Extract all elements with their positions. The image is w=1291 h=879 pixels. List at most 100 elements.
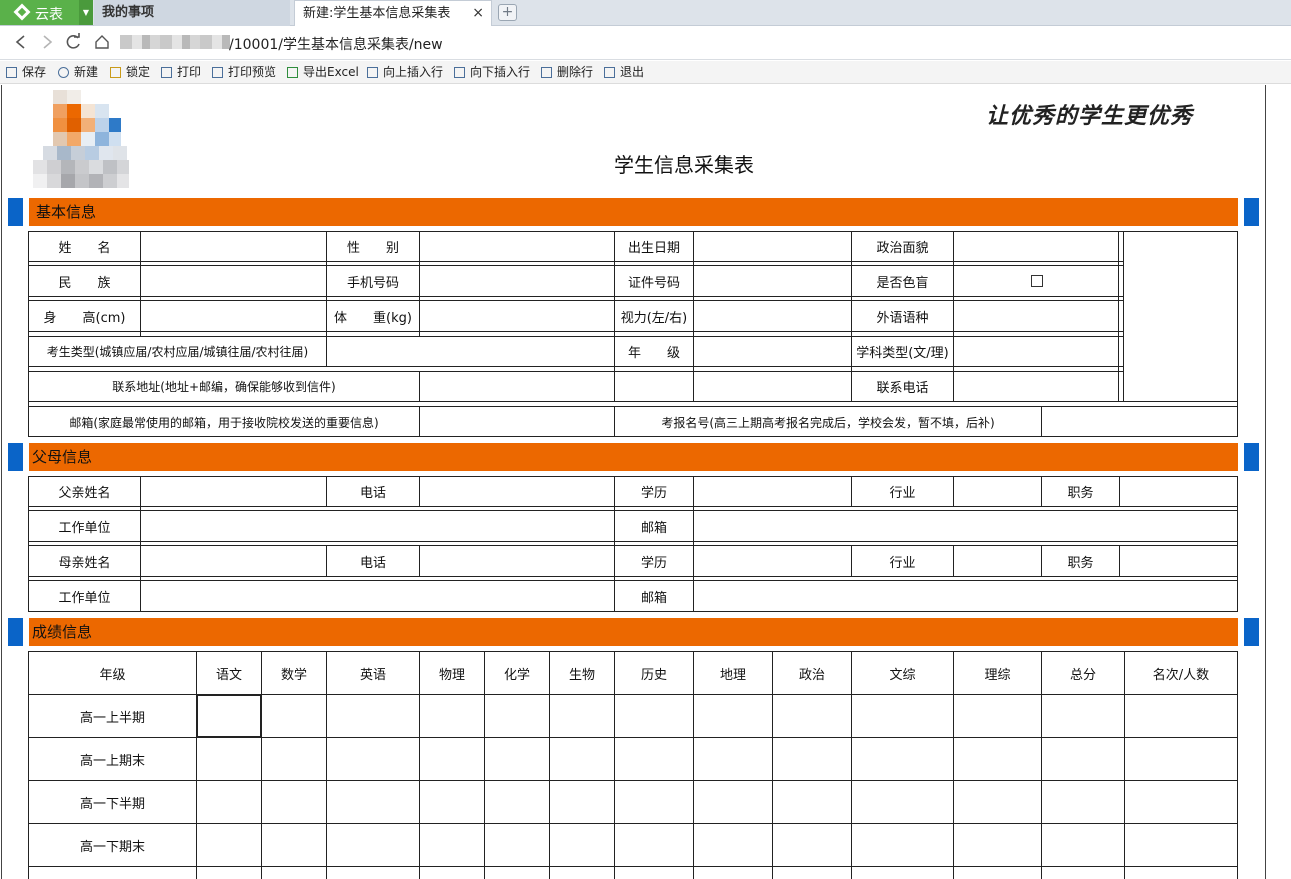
- score-header-history: 历史: [640, 667, 667, 683]
- home-icon[interactable]: [94, 34, 110, 50]
- label-father-industry: 行业: [889, 486, 916, 501]
- label-vision: 视力(左/右): [620, 310, 688, 326]
- label-father-phone: 电话: [359, 486, 386, 501]
- toolbar-new-button[interactable]: 新建: [57, 64, 98, 81]
- label-contact-phone: 联系电话: [876, 381, 929, 396]
- tab-new-student-form[interactable]: 新建:学生基本信息采集表 ×: [294, 0, 492, 26]
- delete-row-icon: [541, 67, 552, 78]
- label-mother-email: 邮箱: [640, 590, 667, 606]
- cloud-table-logo-icon: [13, 3, 31, 21]
- label-address: 联系地址(地址+邮编，确保能够收到信件): [112, 380, 336, 394]
- score-header-geography: 地理: [719, 667, 746, 683]
- section-header-parents: 父母信息: [29, 443, 1238, 471]
- label-colorblind: 是否色盲: [876, 275, 929, 291]
- print-icon: [161, 67, 172, 78]
- score-header-grade: 年级: [99, 667, 126, 683]
- toolbar-save-label: 保存: [22, 65, 47, 79]
- label-email: 邮箱(家庭最常使用的邮箱，用于接收院校发送的重要信息): [69, 415, 379, 430]
- label-political-status: 政治面貌: [876, 241, 929, 256]
- label-mother-industry: 行业: [889, 555, 916, 571]
- score-header-total: 总分: [1069, 667, 1096, 683]
- excel-icon: [287, 67, 298, 78]
- toolbar-print-button[interactable]: 打印: [160, 64, 201, 81]
- insert-row-below-icon: [454, 67, 465, 78]
- toolbar-exit-button[interactable]: 退出: [603, 64, 644, 81]
- tab-my-tasks[interactable]: 我的事项: [94, 0, 290, 26]
- app-menu-label: 云表: [35, 7, 63, 23]
- toolbar-print-label: 打印: [177, 65, 202, 79]
- app-menu-button[interactable]: 云表: [0, 0, 79, 25]
- close-tab-icon[interactable]: ×: [472, 1, 484, 26]
- toolbar-delete-row-button[interactable]: 删除行: [540, 64, 593, 81]
- toolbar-export-excel-label: 导出Excel: [303, 65, 359, 79]
- section-marker-left: [8, 443, 23, 471]
- toolbar-save-button[interactable]: 保存: [5, 64, 46, 81]
- label-height: 身 高(cm): [43, 310, 126, 326]
- url-path[interactable]: /10001/学生基本信息采集表/new: [229, 34, 443, 54]
- score-row-label: 高一上半期: [79, 710, 145, 726]
- label-father-position: 职务: [1067, 486, 1094, 501]
- active-cell-selection[interactable]: [196, 694, 262, 738]
- label-name: 姓 名: [58, 241, 111, 256]
- toolbar: 保存 新建 锁定 打印 打印预览 导出Excel 向上插入行 向下插入行 删除行…: [0, 61, 1291, 84]
- section-header-scores: 成绩信息: [29, 618, 1238, 646]
- vertical-scrollbar[interactable]: [1267, 85, 1291, 879]
- score-row-label: 高一下期末: [79, 839, 145, 855]
- toolbar-delete-row-label: 删除行: [557, 65, 594, 79]
- label-grade: 年 级: [627, 346, 680, 361]
- basic-info-table: 姓 名 性 别 出生日期 政治面貌 民 族 手机号码 证件号码 是否色盲 身 高…: [28, 231, 1238, 437]
- score-header-english: 英语: [359, 667, 386, 683]
- toolbar-export-excel-button[interactable]: 导出Excel: [286, 64, 359, 81]
- print-preview-icon: [212, 67, 223, 78]
- toolbar-new-label: 新建: [74, 65, 99, 79]
- section-marker-left: [8, 618, 23, 646]
- section-marker-right: [1244, 443, 1259, 471]
- refresh-icon[interactable]: [64, 33, 82, 51]
- toolbar-insert-row-above-button[interactable]: 向上插入行: [366, 64, 443, 81]
- label-subject-type: 学科类型(文/理): [856, 346, 949, 361]
- score-header-liberal-arts: 文综: [889, 667, 916, 683]
- parents-info-table: 父亲姓名 电话 学历 行业 职务 工作单位 邮箱 母亲姓名 电话 学历 行业 职…: [28, 476, 1238, 612]
- label-id-number: 证件号码: [627, 275, 680, 291]
- label-mother-phone: 电话: [359, 555, 386, 571]
- label-father-work-unit: 工作单位: [58, 520, 111, 536]
- label-mother-position: 职务: [1067, 555, 1094, 571]
- toolbar-lock-label: 锁定: [126, 65, 151, 79]
- label-father-name: 父亲姓名: [58, 486, 111, 501]
- label-father-email: 邮箱: [640, 520, 667, 536]
- forward-icon[interactable]: [42, 34, 54, 50]
- score-header-biology: 生物: [568, 667, 595, 683]
- toolbar-insert-row-below-label: 向下插入行: [470, 65, 531, 79]
- score-row-label: 高一上期末: [79, 753, 145, 769]
- back-icon[interactable]: [14, 34, 26, 50]
- colorblind-checkbox[interactable]: [1031, 275, 1043, 287]
- score-header-rank: 名次/人数: [1152, 667, 1210, 683]
- toolbar-insert-row-above-label: 向上插入行: [383, 65, 444, 79]
- app-menu-dropdown-icon[interactable]: ▼: [79, 0, 93, 25]
- toolbar-exit-label: 退出: [620, 65, 645, 79]
- section-marker-left: [8, 198, 23, 226]
- school-logo-image: [33, 90, 129, 194]
- label-foreign-language: 外语语种: [876, 310, 929, 326]
- label-exam-type: 考生类型(城镇应届/农村应届/城镇往届/农村往届): [46, 345, 309, 359]
- scores-table: 年级 语文 数学 英语 物理 化学 生物 历史 地理 政治 文综 理综 总分 名…: [28, 651, 1238, 879]
- toolbar-insert-row-below-button[interactable]: 向下插入行: [453, 64, 530, 81]
- label-birth-date: 出生日期: [627, 241, 680, 256]
- score-header-physics: 物理: [438, 667, 465, 683]
- score-header-chemistry: 化学: [503, 667, 530, 683]
- score-header-chinese: 语文: [215, 667, 242, 683]
- toolbar-lock-button[interactable]: 锁定: [109, 64, 150, 81]
- score-header-politics: 政治: [798, 667, 825, 683]
- tab-new-student-form-label: 新建:学生基本信息采集表: [303, 6, 451, 21]
- toolbar-print-preview-button[interactable]: 打印预览: [211, 64, 276, 81]
- new-icon: [58, 67, 69, 78]
- new-tab-button[interactable]: +: [498, 4, 517, 21]
- save-icon: [6, 67, 17, 78]
- toolbar-print-preview-label: 打印预览: [228, 65, 277, 79]
- score-row-label: 高一下半期: [79, 796, 145, 812]
- score-header-math: 数学: [280, 667, 307, 683]
- insert-row-above-icon: [367, 67, 378, 78]
- label-mobile: 手机号码: [346, 275, 399, 291]
- label-weight: 体 重(kg): [334, 310, 412, 326]
- tab-my-tasks-label: 我的事项: [102, 5, 155, 20]
